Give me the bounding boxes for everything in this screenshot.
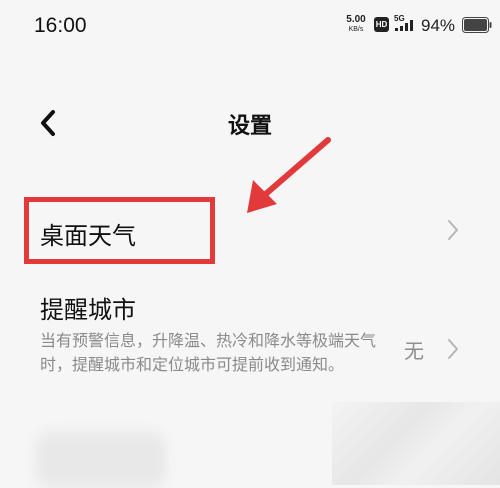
network-speed-value: 5.00 <box>346 14 366 25</box>
network-speed-unit: KB/s <box>348 26 364 33</box>
highlight-box <box>24 197 215 264</box>
chevron-right-icon <box>448 339 458 359</box>
blurred-item <box>36 432 166 488</box>
reminder-city-description: 当有预警信息，升降温、热冷和降水等极端天气时，提醒城市和定位城市可提前收到通知。 <box>40 331 377 374</box>
back-button[interactable] <box>34 106 70 142</box>
watermark <box>332 402 500 485</box>
setting-row-reminder-city[interactable]: 提醒城市 当有预警信息，升降温、热冷和降水等极端天气时，提醒城市和定位城市可提前… <box>0 282 500 412</box>
hd-badge: HD <box>374 17 389 32</box>
chevron-left-icon <box>41 110 55 136</box>
battery-percent: 94% <box>421 16 456 35</box>
chevron-right-icon <box>448 220 458 240</box>
page-title: 设置 <box>227 114 272 139</box>
battery-icon <box>462 17 492 33</box>
network-speed: 5.00 KB/s <box>343 15 369 35</box>
status-bar: 16:00 5.00 KB/s HD 5G 94% <box>0 0 500 56</box>
status-time: 16:00 <box>34 14 87 37</box>
signal-icon: 5G <box>394 14 416 34</box>
reminder-city-label: 提醒城市 <box>40 296 136 324</box>
reminder-city-value: 无 <box>404 339 424 363</box>
